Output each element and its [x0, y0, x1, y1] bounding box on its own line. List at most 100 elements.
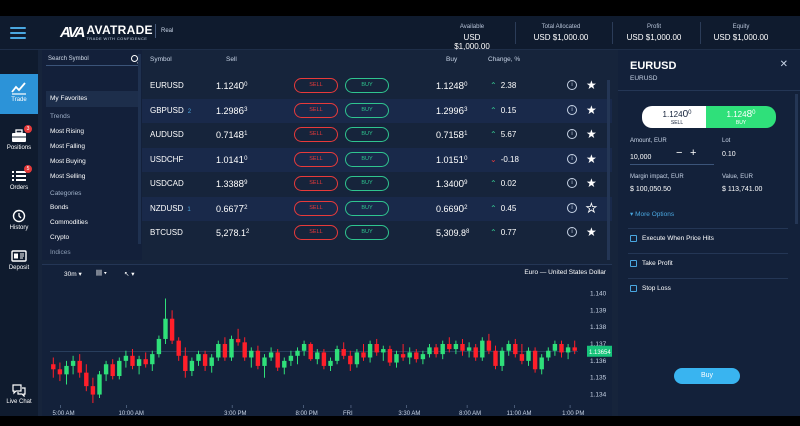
nav-live-chat[interactable]: Live Chat	[0, 376, 38, 416]
search-input[interactable]: Search Symbol	[46, 54, 140, 66]
candle-body	[546, 350, 551, 358]
info-icon[interactable]: i	[567, 153, 577, 164]
stat-value: USD $1,000.00	[713, 33, 769, 42]
id-card-icon	[11, 249, 27, 263]
table-row[interactable]: EURUSD 1.124 0 0 SELL BUY 1.12480 ⌃ 2.38 i ★	[142, 74, 612, 98]
row-buy-price: 0.66902	[436, 204, 467, 215]
sell-button[interactable]: SELL	[294, 102, 338, 118]
table-row[interactable]: AUDUSD 0.71481 SELL BUY 0.71581 ⌃ 5.67 i ★	[142, 123, 612, 147]
info-icon[interactable]: i	[567, 178, 577, 188]
buy-button[interactable]: BUY	[345, 78, 389, 93]
buy-button[interactable]: BUY	[345, 225, 389, 240]
nav-trade[interactable]: Trade	[0, 74, 38, 114]
row-change: ⌃ 0.77	[490, 228, 516, 237]
option-take-profit[interactable]: Take Profit	[628, 253, 788, 273]
category-crypto[interactable]: Crypto	[46, 232, 138, 244]
buy-submit-button[interactable]: Buy	[674, 368, 740, 384]
info-icon[interactable]: i	[567, 227, 577, 237]
table-row[interactable]: USDCAD 1.33889 SELL BUY 1.34009 ⌃ 0.02 i ★	[142, 172, 612, 196]
my-favorites[interactable]: My Favorites	[46, 91, 138, 107]
candle-body	[222, 344, 228, 358]
nav-deposit[interactable]: Deposit	[0, 242, 38, 282]
amount-input[interactable]: 10,000	[630, 153, 714, 165]
sell-button[interactable]: SELL	[294, 78, 338, 93]
nav-positions[interactable]: 3 Positions	[0, 122, 38, 162]
table-row[interactable]: GBPUSD 2 1.29863 SELL BUY 1.29963 ⌃ 0.15 i ★	[142, 98, 612, 123]
hamburger-menu-icon[interactable]	[10, 27, 26, 39]
nav-orders[interactable]: 5 Orders	[0, 162, 38, 202]
star-icon[interactable]: ★	[586, 176, 597, 190]
scrollbar[interactable]	[607, 80, 610, 260]
buy-button[interactable]: BUY	[345, 176, 389, 191]
row-buy-price: 1.12480	[436, 81, 467, 92]
history-icon	[11, 209, 27, 223]
checkbox[interactable]	[630, 235, 637, 242]
category-indices[interactable]: Indices	[46, 247, 138, 259]
candle-body	[499, 350, 505, 366]
table-row[interactable]: USDCHF 1.01410 SELL BUY 1.01510 ⌄ -0.18 i ★	[142, 147, 612, 172]
info-icon[interactable]: i	[567, 80, 577, 90]
candle-body	[334, 349, 340, 361]
row-change: ⌃ 0.45	[490, 204, 516, 213]
row-change: ⌃ 2.38	[490, 81, 516, 90]
minus-button[interactable]: −	[676, 147, 682, 159]
search-icon[interactable]	[131, 55, 138, 62]
scrollbar[interactable]	[138, 54, 141, 244]
option-execute-when-price-hits[interactable]: Execute When Price Hits	[628, 228, 788, 248]
close-icon[interactable]: ✕	[780, 59, 788, 70]
sell-button[interactable]: SELL	[294, 225, 338, 240]
x-tick-label: 11:00 AM	[507, 411, 532, 416]
arrow-up-icon: ⌃	[490, 105, 497, 115]
value-label: Value, EUR	[722, 174, 753, 180]
candle-body	[460, 344, 465, 351]
star-icon[interactable]: ★	[586, 225, 597, 239]
scrollbar[interactable]	[795, 94, 798, 224]
candle-body	[367, 344, 373, 358]
nav-history[interactable]: History	[0, 202, 38, 242]
row-buy-price: 0.71581	[436, 130, 467, 141]
star-icon[interactable]: ★	[586, 200, 598, 215]
y-tick-label: 1.136	[590, 358, 607, 365]
plus-button[interactable]: +	[690, 147, 696, 159]
category-commodities[interactable]: Commodities	[46, 217, 138, 229]
buy-button[interactable]: BUY	[345, 151, 389, 167]
candle-body	[130, 355, 135, 366]
price-main: 5,309.8	[436, 228, 467, 238]
trend-most-buying[interactable]: Most Buying	[46, 156, 138, 168]
info-icon[interactable]: i	[567, 202, 577, 213]
lot-label: Lot	[722, 138, 731, 144]
sell-price-button[interactable]: 1.12400 SELL	[642, 106, 712, 128]
table-row[interactable]: BTCUSD 5,278.12 SELL BUY 5,309.88 ⌃ 0.77 i ★	[142, 221, 612, 245]
sell-button[interactable]: SELL	[294, 176, 338, 191]
option-stop-loss[interactable]: Stop Loss	[628, 278, 788, 298]
star-icon[interactable]: ★	[586, 152, 597, 166]
trade-panel: EURUSD EURUSD ✕ 1.124 0 0 SELL 1.12480 BUY…	[618, 50, 800, 416]
buy-price-button[interactable]: 1.12480 BUY	[706, 106, 776, 128]
checkbox[interactable]	[630, 285, 637, 292]
price-main: 1.124	[216, 81, 239, 91]
info-icon[interactable]: i	[567, 129, 577, 139]
star-icon[interactable]: ★	[586, 127, 597, 141]
trend-most-selling[interactable]: Most Selling	[46, 171, 138, 183]
category-bonds[interactable]: Bonds	[46, 202, 138, 214]
checkbox[interactable]	[630, 260, 637, 267]
buy-button[interactable]: BUY	[345, 200, 389, 216]
star-icon[interactable]: ★	[586, 78, 597, 92]
lot-value[interactable]: 0.10	[722, 151, 736, 158]
buy-button[interactable]: BUY	[345, 127, 389, 142]
more-options-link[interactable]: ▾ More Options	[630, 210, 674, 218]
price-chart[interactable]: 30m ▾ ⫼⫼ ▾ ↖ ▾ Euro — United States Doll…	[42, 264, 612, 416]
trend-most-rising[interactable]: Most Rising	[46, 126, 138, 138]
star-icon[interactable]: ★	[586, 103, 597, 117]
sell-button[interactable]: SELL	[294, 151, 338, 167]
table-row[interactable]: NZDUSD 1 0.66772 SELL BUY 0.66902 ⌃ 0.45 i ★	[142, 196, 612, 221]
info-icon[interactable]: i	[567, 104, 577, 115]
candle-body	[466, 347, 472, 351]
buy-button[interactable]: BUY	[345, 102, 389, 118]
trend-most-falling[interactable]: Most Falling	[46, 141, 138, 153]
sell-button[interactable]: SELL	[294, 127, 338, 142]
stat-available: Available USD $1,000.00	[447, 24, 497, 51]
sell-button[interactable]: SELL	[294, 200, 338, 216]
candle-body	[136, 359, 142, 366]
candle-body	[420, 354, 426, 360]
